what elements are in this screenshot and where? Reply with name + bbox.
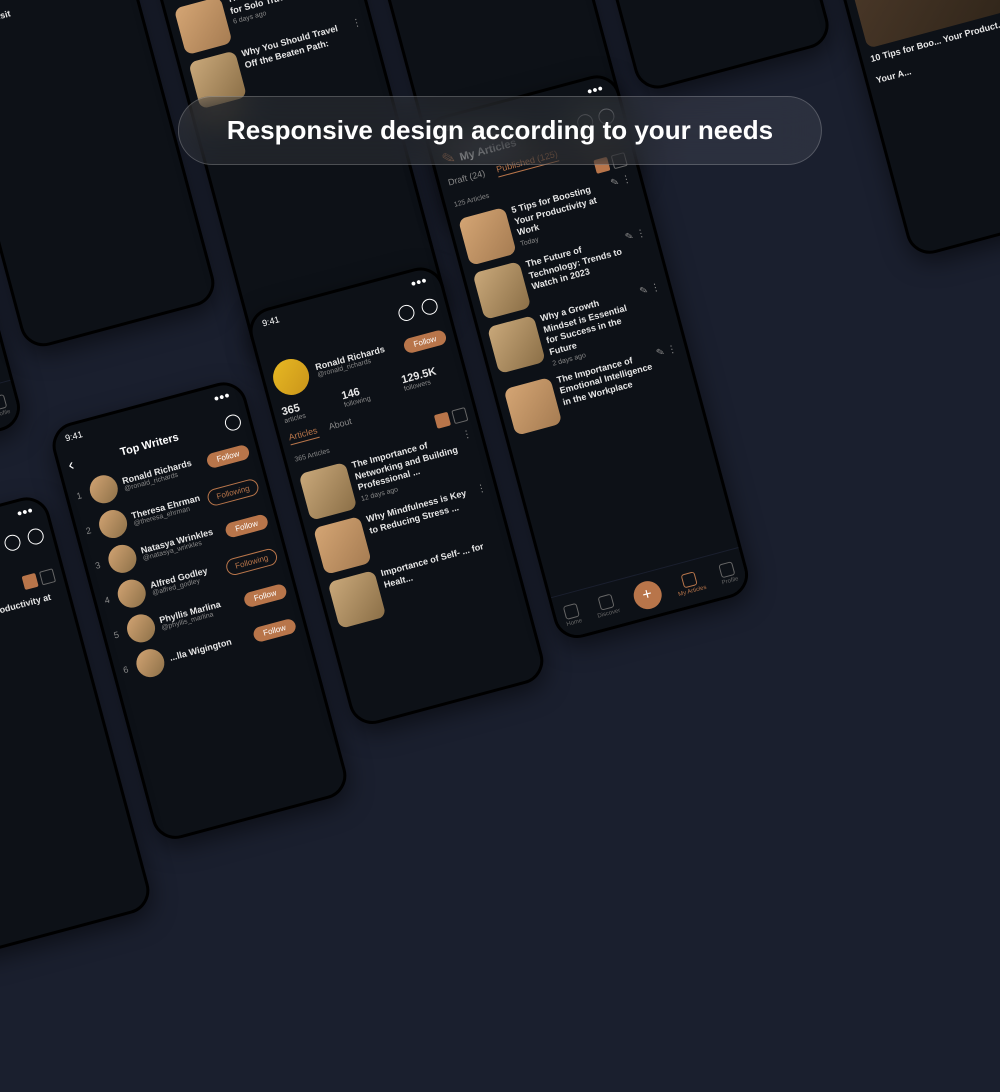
tab-about[interactable]: About bbox=[328, 416, 354, 435]
nav-profile[interactable]: Profile bbox=[717, 560, 739, 586]
page-title: Top Writers bbox=[119, 431, 180, 458]
follow-button[interactable]: Follow bbox=[402, 328, 448, 354]
more-icon[interactable] bbox=[26, 527, 46, 547]
follow-button[interactable]: Follow bbox=[205, 443, 251, 469]
banner-text: Responsive design according to your need… bbox=[227, 115, 773, 146]
tab-draft[interactable]: Draft (24) bbox=[447, 168, 487, 190]
avatar[interactable] bbox=[269, 355, 313, 399]
nav-home[interactable]: Home bbox=[562, 602, 583, 627]
search-icon[interactable] bbox=[223, 413, 243, 433]
search-icon[interactable] bbox=[3, 533, 23, 553]
nav-articles[interactable]: My Articles bbox=[673, 569, 707, 598]
tab-articles[interactable]: Articles bbox=[287, 425, 319, 445]
edit-icon[interactable]: ✎ ⋮ bbox=[609, 173, 632, 189]
more-icon[interactable] bbox=[420, 297, 440, 317]
nav-profile[interactable]: Profile bbox=[0, 393, 11, 419]
back-icon[interactable]: ‹ bbox=[66, 457, 76, 476]
banner: Responsive design according to your need… bbox=[178, 96, 822, 165]
add-button[interactable]: + bbox=[630, 578, 664, 612]
following-button[interactable]: Following bbox=[206, 477, 260, 507]
nav-discover[interactable]: Discover bbox=[593, 592, 621, 619]
send-icon[interactable] bbox=[397, 303, 417, 323]
